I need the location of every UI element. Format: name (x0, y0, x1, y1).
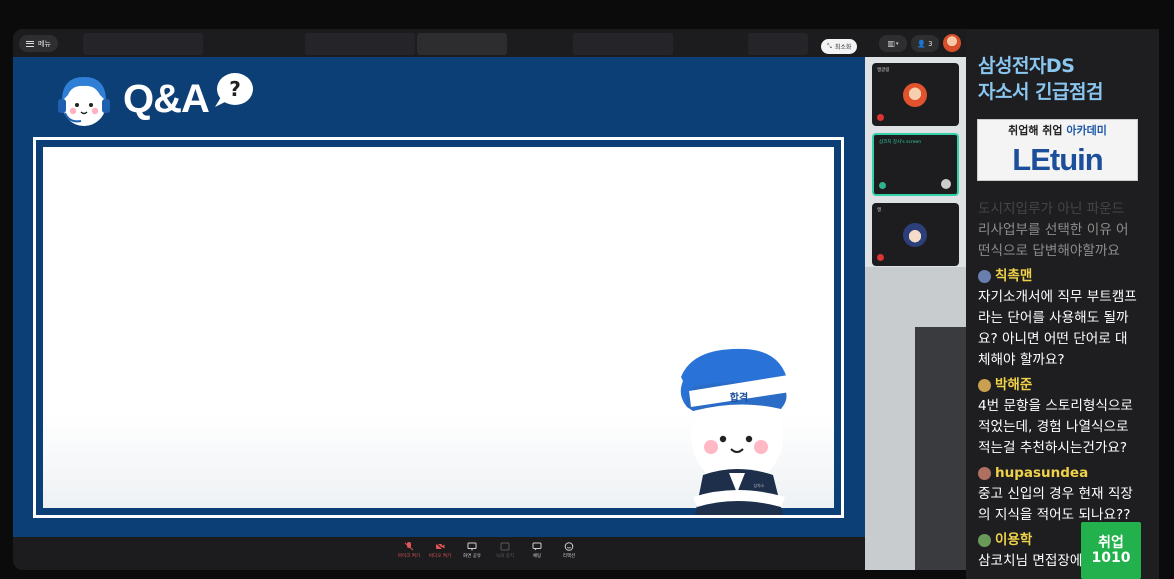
watermark-line: 1010 (1091, 549, 1131, 566)
chat-username: 칙촉맨 (978, 266, 1140, 287)
stream-title-line: 삼성전자DS (978, 55, 1075, 77)
graduate-mascot-icon: 합격 상자소 (680, 348, 801, 515)
meeting-window: 메뉴 ⤡ 최소화 ▥ ▾ 👤 3 Q&A ? 합격 상자소 마이크 켜기 비디오… (13, 29, 966, 570)
participant-column: 앵글링 삼코치 강사's screen 앵 (865, 57, 966, 570)
svg-text:?: ? (229, 77, 241, 101)
reaction-button[interactable]: 리액션 (554, 542, 584, 559)
username-text: 칙촉맨 (995, 268, 1033, 284)
participant-name: 삼코치 강사's screen (879, 140, 922, 145)
chat-text-faded: 리사업부를 선택한 이유 어떤식으로 답변해야할까요 (978, 222, 1129, 259)
chat-username: hupasundea (978, 463, 1140, 484)
username-text: 박해준 (995, 377, 1033, 393)
user-avatar (978, 379, 991, 392)
reaction-icon (564, 542, 574, 551)
stream-side-panel: 삼성전자DS 자소서 긴급점검 취업해 취업 아카데미 LEtuin 도시지입루… (966, 29, 1159, 579)
participant-tile[interactable]: 앵 (872, 203, 959, 266)
mic-muted-icon (877, 254, 884, 261)
watermark-line: 취업 (1098, 534, 1124, 551)
meeting-control-bar: 마이크 켜기 비디오 켜기 화면 공유 녹화 중지 채팅 리액션 (13, 537, 865, 570)
logo-tagline: 취업해 취업 아카데미 (978, 122, 1137, 138)
chat-text: 4번 문항을 스토리형식으로 적었는데, 경험 나열식으로 적는걸 추천하시는건… (978, 398, 1133, 456)
letuin-logo: 취업해 취업 아카데미 LEtuin (977, 119, 1138, 181)
mascot-badge-text: 합격 (730, 391, 748, 404)
chat-text-faded: 도시지입루가 아닌 파운드 (978, 201, 1125, 217)
control-label: 녹화 중지 (496, 554, 514, 559)
participant-mini-avatar (941, 179, 951, 189)
background-area (915, 327, 966, 570)
control-label: 채팅 (532, 554, 542, 559)
chat-message: hupasundea 중고 신입의 경우 현재 직장의 지식을 적어도 되나요?… (978, 463, 1140, 526)
menu-button[interactable]: 메뉴 (19, 35, 58, 52)
channel-watermark: 취업 1010 (1081, 522, 1141, 579)
mic-icon (879, 182, 886, 189)
mic-muted-icon (877, 114, 884, 121)
layout-button[interactable]: ▥ ▾ (879, 35, 907, 52)
participant-avatar (903, 223, 927, 247)
logo-wordmark: LEtuin (1012, 142, 1103, 177)
screen-share-button[interactable]: 화면 공유 (457, 542, 487, 559)
hamburger-icon (26, 40, 34, 47)
control-label: 마이크 켜기 (397, 554, 421, 559)
user-avatar (978, 467, 991, 480)
username-text: hupasundea (995, 465, 1089, 481)
self-avatar[interactable] (943, 34, 961, 52)
shared-slide: Q&A ? 합격 상자소 (13, 57, 865, 537)
menu-button-label: 메뉴 (38, 39, 51, 48)
background-ghost (417, 33, 507, 55)
video-off-icon (435, 542, 445, 551)
logo-tagline-b: 아카데미 (1066, 124, 1107, 137)
background-ghost (573, 33, 673, 55)
user-avatar (978, 270, 991, 283)
username-text: 이용학 (995, 532, 1033, 548)
chat-icon (532, 542, 542, 551)
control-label: 리액션 (562, 554, 576, 559)
minimize-button-label: 최소화 (834, 44, 852, 51)
screen: 메뉴 ⤡ 최소화 ▥ ▾ 👤 3 Q&A ? 합격 상자소 마이크 켜기 비디오… (0, 0, 1174, 579)
participant-avatar (903, 83, 927, 107)
participant-name: 앵 (877, 208, 882, 213)
chevron-down-icon: ▾ (896, 40, 899, 47)
chat-username: 박해준 (978, 375, 1140, 396)
chat-message-faded: 도시지입루가 아닌 파운드 리사업부를 선택한 이유 어떤식으로 답변해야할까요 (978, 199, 1140, 262)
layout-grid-icon: ▥ (887, 39, 896, 48)
mic-off-icon (404, 542, 414, 551)
participant-name: 앵글링 (877, 68, 890, 73)
chat-button[interactable]: 채팅 (522, 542, 552, 559)
video-toggle-button[interactable]: 비디오 켜기 (425, 542, 455, 559)
record-icon (500, 542, 510, 551)
stream-title-line: 자소서 긴급점검 (978, 81, 1103, 103)
minimize-button[interactable]: ⤡ 최소화 (821, 39, 858, 54)
background-ghost (305, 33, 415, 55)
participant-tile-active[interactable]: 삼코치 강사's screen (872, 133, 959, 196)
user-avatar (978, 534, 991, 547)
minimize-icon: ⤡ (827, 42, 832, 50)
headset-mascot-icon (58, 77, 110, 126)
stream-title: 삼성전자DS 자소서 긴급점검 (978, 53, 1103, 105)
meeting-top-bar: 메뉴 ⤡ 최소화 ▥ ▾ 👤 3 (13, 29, 966, 57)
logo-tagline-a: 취업해 취업 (1008, 124, 1063, 137)
participant-tile[interactable]: 앵글링 (872, 63, 959, 126)
participant-count: 3 (928, 39, 933, 48)
mic-toggle-button[interactable]: 마이크 켜기 (394, 542, 424, 559)
participants-button[interactable]: 👤 3 (911, 35, 939, 52)
background-ghost (83, 33, 203, 55)
control-label: 비디오 켜기 (428, 554, 452, 559)
mascot-book-text: 상자소 (753, 482, 764, 488)
question-bubble-icon: ? (215, 73, 253, 107)
chat-message: 칙촉맨 자기소개서에 직무 부트캠프라는 단어를 사용해도 될까요? 아니면 어… (978, 266, 1140, 371)
background-ghost (748, 33, 808, 55)
person-icon: 👤 (917, 39, 927, 48)
record-button[interactable]: 녹화 중지 (490, 542, 520, 559)
control-label: 화면 공유 (463, 554, 481, 559)
chat-text: 중고 신입의 경우 현재 직장의 지식을 적어도 되나요?? (978, 486, 1133, 523)
chat-text: 자기소개서에 직무 부트캠프라는 단어를 사용해도 될까요? 아니면 어떤 단어… (978, 289, 1137, 368)
chat-message: 박해준 4번 문항을 스토리형식으로 적었는데, 경험 나열식으로 적는걸 추천… (978, 375, 1140, 459)
slide-title: Q&A (123, 77, 210, 121)
screen-share-icon (467, 542, 477, 551)
